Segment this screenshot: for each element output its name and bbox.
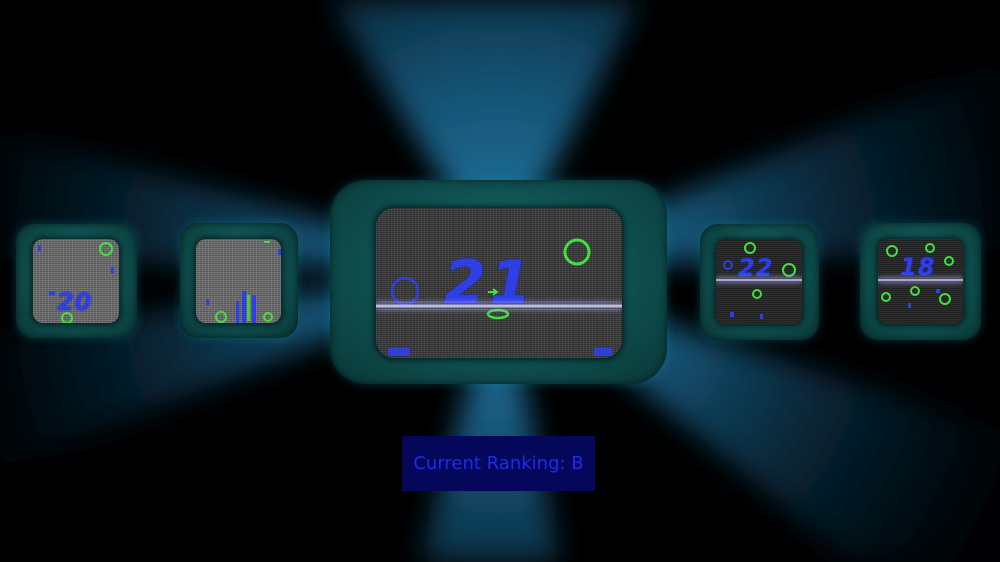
level-number: 20 bbox=[57, 288, 93, 316]
level-screen-5[interactable]: 18 bbox=[860, 223, 981, 340]
level-screen-3-selected[interactable]: 21 bbox=[330, 180, 667, 384]
level-screen-2-display bbox=[196, 239, 281, 323]
level-screen-5-display: 18 bbox=[878, 239, 963, 324]
level-screen-2-sprites bbox=[206, 241, 281, 323]
level-screen-1[interactable]: 20 bbox=[16, 224, 137, 338]
level-screen-4[interactable]: 22 bbox=[700, 224, 819, 340]
scanline bbox=[878, 278, 963, 282]
level-screen-1-display: 20 bbox=[33, 239, 119, 323]
current-ranking-panel: Current Ranking: B bbox=[402, 436, 595, 491]
level-screen-4-sprites bbox=[723, 242, 796, 319]
level-number: 18 bbox=[900, 253, 936, 281]
level-screen-2[interactable] bbox=[180, 223, 298, 338]
scanline bbox=[376, 303, 622, 309]
scanline bbox=[716, 278, 802, 282]
level-screen-4-display: 22 bbox=[716, 240, 802, 324]
level-screen-3-display: 21 bbox=[376, 208, 622, 358]
current-ranking-label: Current Ranking: B bbox=[413, 453, 584, 474]
